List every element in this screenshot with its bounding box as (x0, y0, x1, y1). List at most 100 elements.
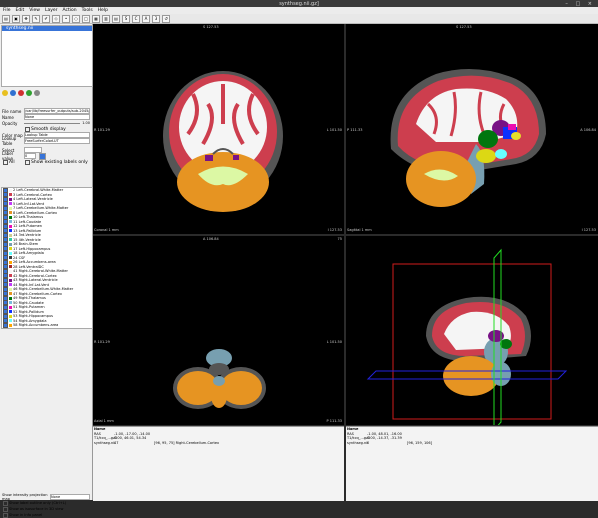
info-left-row-value[interactable]: -1.00, -17.00, -14.00 (114, 432, 154, 436)
info-right-row-value[interactable]: 0.00, -14.37, -31.39 (367, 436, 407, 440)
brush-icon[interactable] (10, 90, 16, 96)
info-right-row-value[interactable]: -1.00, 48.01, -16.00 (367, 432, 407, 436)
info-left-row-value[interactable]: 0.00, 46.01, 54.34 (114, 436, 154, 440)
label-color-swatch (9, 265, 12, 269)
mip-select[interactable]: None (50, 494, 90, 500)
info-right-row-label: T1/kcq_...gz3 (347, 436, 371, 441)
name-field[interactable]: None (24, 114, 90, 120)
label-text: 2 Left-Cerebral-White-Matter (13, 188, 64, 193)
layout-1x1-icon[interactable]: □ (82, 14, 90, 23)
layer-list: synthseg.nii (1, 25, 93, 87)
label-list-item[interactable]: 60 Right-VentralDC (2, 327, 92, 328)
info-left-row-value[interactable]: 47 (114, 441, 154, 445)
coronal-view[interactable]: S 127.53 R 101.29 L 101.50 I 127.53 Coro… (93, 24, 344, 234)
label-color-swatch (9, 305, 12, 309)
navigate-icon[interactable]: ✥ (22, 14, 30, 23)
axial-view[interactable]: A 106.84 75 R 101.29 L 101.50 P 111.33 A… (93, 236, 344, 425)
bottom-options: Show intensity projection map None Show l… (2, 493, 90, 518)
label-value-field[interactable]: 0 (24, 153, 36, 159)
info-panel-checkbox[interactable] (3, 512, 8, 518)
label-text: 8 Left-Cerebellum-Cortex (13, 210, 58, 215)
info-left-row-label: synthseg.nii (94, 440, 116, 445)
edit-icon[interactable]: ✎ (32, 14, 40, 23)
reset-view-icon[interactable]: ↺ (162, 14, 170, 23)
label-text: 54 Right-Amygdala (13, 318, 47, 323)
menu-action[interactable]: Action (62, 8, 76, 13)
3d-view-icon[interactable]: 3 (152, 14, 160, 23)
label-list: 2 Left-Cerebral-White-Matter 3 Left-Cereb… (1, 187, 93, 329)
isosurface-checkbox[interactable] (3, 506, 8, 512)
layout-1x3b-icon[interactable]: ▤ (112, 14, 120, 23)
info-left-row-label: RAS (94, 431, 101, 436)
label-text: 7 Left-Cerebellum-White-Matter (13, 206, 69, 211)
label-color-swatch (9, 314, 12, 318)
lock-icon[interactable] (26, 90, 32, 96)
label-text: 16 Brain-Stem (13, 242, 39, 247)
layer-item-selected[interactable]: synthseg.nii (2, 26, 92, 31)
label-visible-checkbox[interactable] (3, 327, 8, 328)
menu-tools[interactable]: Tools (82, 8, 93, 13)
label-color-swatch (9, 238, 12, 242)
label-text: 58 Right-Accumbens-area (13, 323, 59, 328)
info-right-row-value[interactable]: 0 (367, 441, 407, 445)
layout-2x2-icon[interactable]: ▦ (92, 14, 100, 23)
axial-view-icon[interactable]: A (142, 14, 150, 23)
save-icon[interactable]: ▣ (12, 14, 20, 23)
label-color-swatch (9, 310, 12, 314)
label-text: 49 Right-Thalamus (13, 296, 46, 301)
label-text: 43 Right-Lateral-Ventricle (13, 278, 58, 283)
menu-help[interactable]: Help (98, 8, 108, 13)
window-title: synthseg.nii.gz] (279, 0, 319, 7)
opacity-slider[interactable] (24, 122, 81, 124)
all-label: All (9, 159, 15, 165)
smooth-checkbox[interactable] (25, 126, 30, 132)
recon-icon[interactable]: ✐ (42, 14, 50, 23)
3d-view[interactable] (346, 236, 598, 425)
sagittal-slice (390, 69, 546, 207)
color-wheel-icon[interactable] (2, 90, 8, 96)
pointset-icon[interactable]: • (62, 14, 70, 23)
window-controls[interactable]: – □ × (565, 1, 595, 7)
label-text: 12 Left-Putamen (13, 224, 42, 229)
info-left-header: Name (94, 427, 106, 432)
info-left-row-label: T1/kcq_...gz3 (94, 436, 118, 441)
label-color-swatch (9, 242, 12, 246)
label-color-swatch (9, 269, 12, 273)
roi-icon[interactable]: ◇ (52, 14, 60, 23)
lookup-table-label: Lookup Table (2, 136, 17, 146)
layout-1x3-icon[interactable]: ▥ (102, 14, 110, 23)
existing-labels-checkbox[interactable] (25, 159, 30, 165)
remove-icon[interactable] (18, 90, 24, 96)
menu-edit[interactable]: Edit (16, 8, 25, 13)
info-panel-right: Name RAS -1.00, 48.01, -16.00 T1/kcq_...g… (346, 426, 598, 501)
menu-view[interactable]: View (29, 8, 40, 13)
menu-file[interactable]: File (3, 8, 11, 13)
info-right-header: Name (347, 427, 359, 432)
label-color-swatch (9, 296, 12, 300)
contour-icon[interactable]: ○ (72, 14, 80, 23)
outline-checkbox[interactable] (3, 500, 8, 506)
label-color-swatch (9, 215, 12, 219)
coronal-view-icon[interactable]: C (132, 14, 140, 23)
file-name-label: File name (2, 108, 22, 114)
label-color-swatch (9, 220, 12, 224)
open-icon[interactable]: ▤ (2, 14, 10, 23)
label-text: 28 Left-VentralDC (13, 264, 44, 269)
label-text: 26 Left-Accumbens-area (13, 260, 56, 265)
label-color-swatch (9, 283, 12, 287)
label-color-swatch (9, 211, 12, 215)
toolbar: ▤ ▣ ✥ ✎ ✐ ◇ • ○ □ ▦ ▥ ▤ S C A 3 ↺ (0, 14, 598, 24)
label-text: 53 Right-Hippocampus (13, 314, 53, 319)
menu-layer[interactable]: Layer (45, 8, 58, 13)
sagittal-view[interactable]: S 127.53 P 111.33 A 106.84 I 127.53 Sagi… (346, 24, 598, 234)
lookup-table-select[interactable]: FreeSurferColorLUT (24, 138, 90, 144)
label-color-swatch[interactable] (39, 152, 46, 160)
opacity-value[interactable]: 1.00 (82, 121, 90, 125)
sagittal-view-icon[interactable]: S (122, 14, 130, 23)
settings-icon[interactable] (34, 90, 40, 96)
isosurface-label: Show as isosurface in 3D view (9, 507, 64, 511)
all-checkbox[interactable] (3, 159, 8, 165)
3d-scene (366, 248, 568, 425)
label-text: 47 Right-Cerebellum-Cortex (13, 291, 62, 296)
smooth-label: Smooth display (31, 126, 66, 132)
